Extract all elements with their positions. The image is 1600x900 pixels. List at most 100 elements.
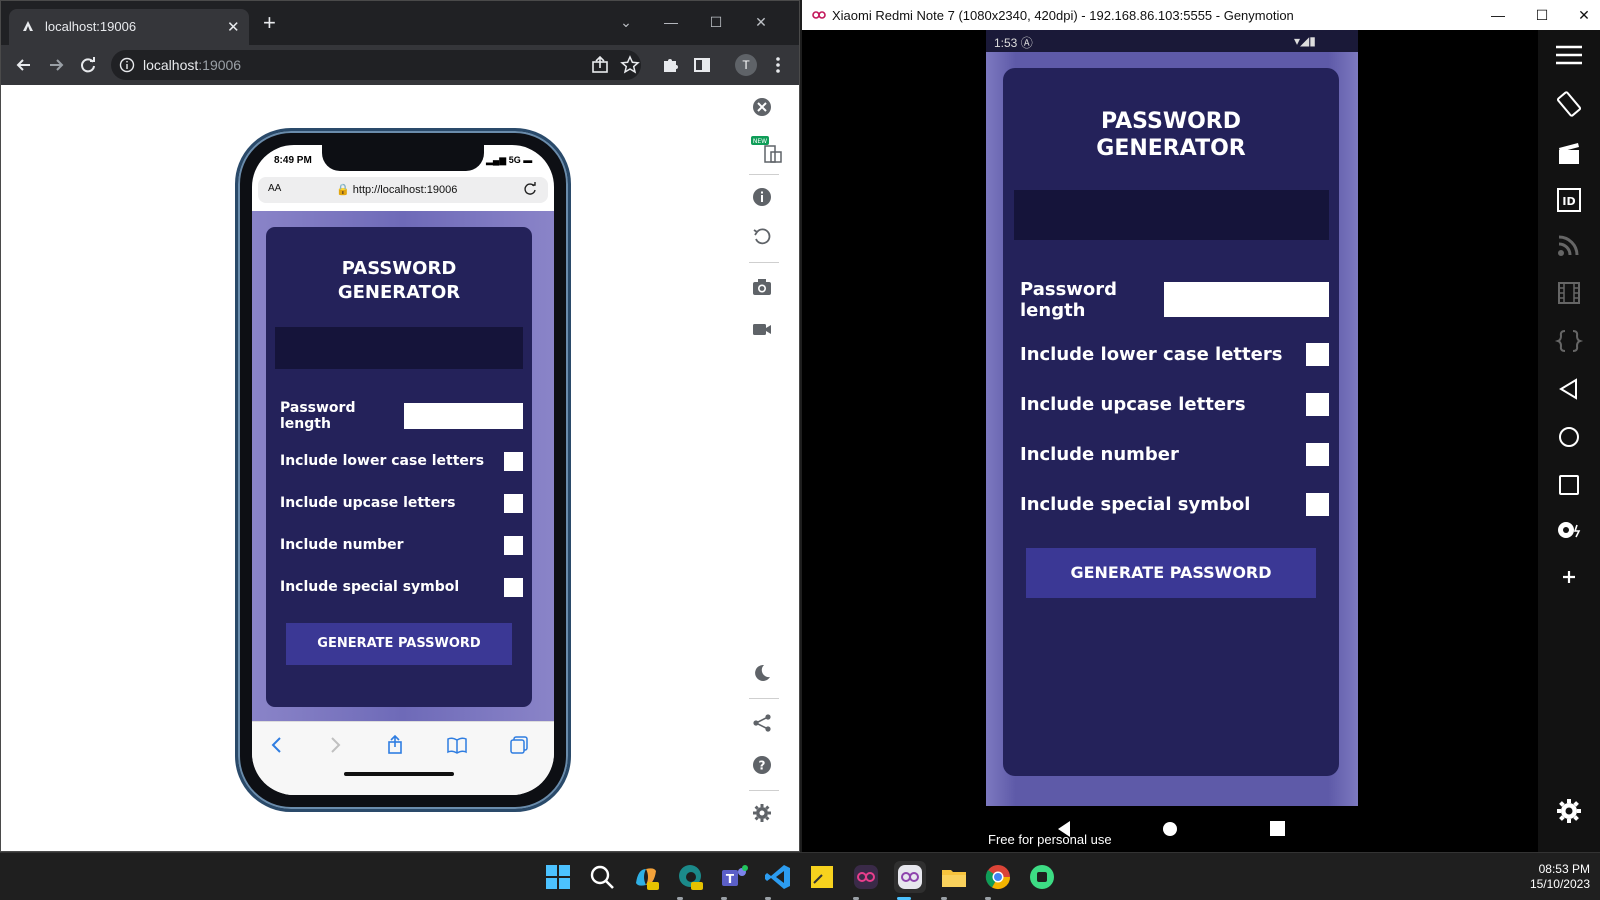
back-triangle-icon[interactable] — [1554, 374, 1584, 404]
option-label: Include number — [280, 537, 404, 553]
share-icon[interactable] — [589, 54, 611, 76]
symbol-checkbox[interactable] — [1306, 492, 1329, 516]
rotate-icon[interactable] — [751, 226, 777, 252]
edge-dev-browser-icon[interactable] — [674, 861, 706, 893]
geny-maximize-button[interactable]: ☐ — [1528, 2, 1556, 28]
extensions-puzzle-icon[interactable] — [659, 54, 681, 76]
windows-start-icon[interactable] — [542, 861, 574, 893]
geny-close-button[interactable]: ✕ — [1570, 2, 1598, 28]
safari-aa-button[interactable]: AA — [268, 183, 281, 194]
device-id-icon[interactable]: ID — [1554, 185, 1584, 215]
android-studio-emulator-icon[interactable] — [1026, 861, 1058, 893]
copilot-app-icon[interactable] — [630, 861, 662, 893]
option-label: Include upcase letters — [280, 495, 456, 511]
reload-icon[interactable] — [77, 54, 99, 76]
hamburger-menu-icon[interactable] — [1554, 40, 1584, 70]
system-clock[interactable]: 08:53 PM 15/10/2023 — [1510, 862, 1590, 892]
sticky-notes-icon[interactable] — [806, 861, 838, 893]
safari-reload-icon[interactable] — [522, 181, 538, 197]
info-icon[interactable] — [751, 186, 777, 212]
code-braces-icon[interactable] — [1554, 326, 1584, 356]
video-camera-icon[interactable] — [751, 318, 777, 344]
lowercase-checkbox[interactable] — [504, 451, 523, 471]
maximize-button[interactable]: ☐ — [701, 7, 731, 37]
option-row: Include special symbol — [280, 577, 523, 597]
minimize-button[interactable]: — — [656, 7, 686, 37]
app-title: PASSWORD GENERATOR — [337, 258, 461, 303]
file-explorer-icon[interactable] — [938, 861, 970, 893]
network-feed-icon[interactable] — [1554, 230, 1584, 260]
length-row: Password length — [280, 400, 523, 432]
iphone-screen: 8:49 PM ▂▄▆ 5G ▬ AA 🔒 http://localhost:1… — [252, 145, 554, 795]
responsive-devices-icon[interactable]: NEW — [751, 136, 783, 163]
personal-use-watermark: Free for personal use — [988, 832, 1112, 847]
password-generator-card: PASSWORD GENERATOR Password length Inclu… — [266, 227, 532, 707]
option-row: Include lower case letters — [1020, 342, 1329, 366]
safari-share-icon[interactable] — [384, 734, 406, 756]
capture-film-icon[interactable] — [1554, 278, 1584, 308]
safari-bookmarks-icon[interactable] — [446, 734, 468, 756]
password-generator-card: PASSWORD GENERATOR Password length Inclu… — [1003, 68, 1339, 776]
vscode-app-icon[interactable] — [762, 861, 794, 893]
profile-avatar[interactable]: T — [735, 54, 757, 76]
site-info-icon[interactable] — [119, 57, 135, 73]
safari-back-icon[interactable] — [266, 734, 288, 756]
side-panel-icon[interactable] — [691, 54, 713, 76]
close-window-button[interactable]: ✕ — [746, 7, 776, 37]
toolbar-divider — [749, 790, 779, 791]
password-length-label: Password length — [280, 400, 356, 432]
android-home-icon[interactable] — [1162, 821, 1178, 837]
close-device-toolbar-icon[interactable] — [751, 96, 777, 122]
number-checkbox[interactable] — [1306, 442, 1329, 466]
rotate-device-icon[interactable] — [1554, 90, 1584, 120]
new-tab-button[interactable]: + — [263, 12, 276, 34]
home-circle-icon[interactable] — [1554, 422, 1584, 452]
bookmark-star-icon[interactable] — [619, 54, 641, 76]
share-nodes-icon[interactable] — [751, 712, 777, 738]
generate-password-button[interactable]: GENERATE PASSWORD — [1026, 548, 1316, 598]
svg-text:ID: ID — [1562, 195, 1575, 208]
genymotion-window-title: Xiaomi Redmi Note 7 (1080x2340, 420dpi) … — [832, 8, 1294, 23]
close-tab-icon[interactable]: ✕ — [227, 18, 240, 36]
media-clapper-icon[interactable] — [1554, 138, 1584, 168]
browser-tab[interactable]: localhost:19006 ✕ — [9, 9, 249, 45]
uppercase-checkbox[interactable] — [1306, 392, 1329, 416]
tab-search-chevron-icon[interactable]: ⌄ — [611, 7, 641, 37]
chrome-menu-icon[interactable] — [767, 54, 789, 76]
password-length-label: Password length — [1020, 278, 1118, 321]
iphone-web-content: PASSWORD GENERATOR Password length Inclu… — [252, 211, 554, 721]
password-length-input[interactable] — [404, 403, 523, 429]
windows-taskbar: T 08:53 PM 15/10/2023 — [0, 852, 1600, 900]
add-widget-plus-icon[interactable] — [1554, 562, 1584, 592]
android-recents-icon[interactable] — [1270, 821, 1285, 836]
geny-minimize-button[interactable]: — — [1484, 2, 1512, 28]
lowercase-checkbox[interactable] — [1306, 342, 1329, 366]
power-volume-icon[interactable] — [1554, 515, 1584, 545]
address-bar[interactable]: localhost:19006 — [111, 50, 641, 80]
safari-forward-icon[interactable] — [324, 734, 346, 756]
teams-app-icon[interactable]: T — [718, 861, 750, 893]
genymotion-app-icon[interactable] — [850, 861, 882, 893]
option-row: Include upcase letters — [1020, 392, 1329, 416]
safari-tabs-icon[interactable] — [508, 734, 530, 756]
geny-settings-gear-icon[interactable] — [1554, 796, 1584, 826]
symbol-checkbox[interactable] — [504, 577, 523, 597]
recent-apps-square-icon[interactable] — [1554, 470, 1584, 500]
genymotion-player-icon[interactable] — [894, 861, 926, 893]
help-icon[interactable]: ? — [751, 754, 777, 780]
password-length-input[interactable] — [1164, 282, 1329, 317]
number-checkbox[interactable] — [504, 535, 523, 555]
forward-icon[interactable] — [45, 54, 67, 76]
uppercase-checkbox[interactable] — [504, 493, 523, 513]
settings-gear-icon[interactable] — [751, 802, 777, 828]
password-output — [1014, 190, 1329, 240]
option-label: Include lower case letters — [280, 453, 485, 469]
back-icon[interactable] — [13, 54, 35, 76]
option-label: Include number — [1020, 443, 1179, 465]
camera-icon[interactable] — [751, 276, 777, 302]
search-icon[interactable] — [586, 861, 618, 893]
generate-password-button[interactable]: GENERATE PASSWORD — [286, 623, 512, 665]
safari-address-bar[interactable]: AA 🔒 http://localhost:19006 — [258, 177, 548, 203]
chrome-app-icon[interactable] — [982, 861, 1014, 893]
dark-mode-moon-icon[interactable] — [751, 662, 777, 688]
